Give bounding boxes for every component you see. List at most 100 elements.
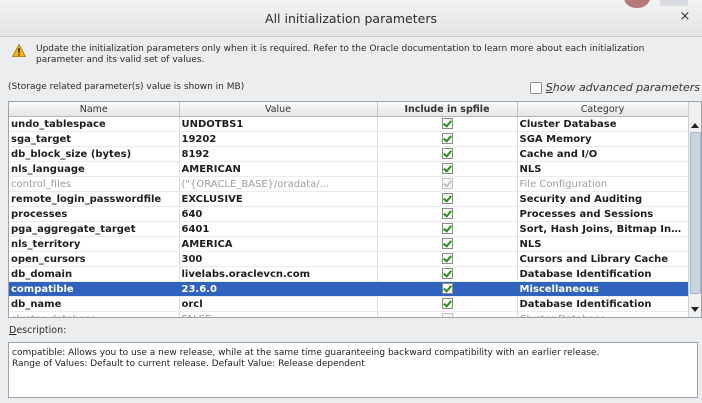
cell-value[interactable]: 23.6.0 <box>179 281 378 297</box>
cell-value[interactable]: UNDOTBS1 <box>179 116 378 132</box>
cell-name[interactable]: nls_territory <box>9 236 180 252</box>
cell-include-in-spfile[interactable] <box>377 236 518 252</box>
cell-category[interactable]: Cluster Database <box>517 116 689 132</box>
table-row[interactable]: nls_territory AMERICA NLS <box>9 236 689 252</box>
show-advanced-parameters-toggle[interactable]: Show advanced parameters <box>529 81 700 94</box>
cell-include-in-spfile[interactable] <box>377 146 518 162</box>
cell-name[interactable]: db_name <box>9 296 180 312</box>
scroll-up-icon[interactable] <box>691 123 699 128</box>
description-box[interactable]: compatible: Allows you to use a new rele… <box>8 342 698 398</box>
cell-category[interactable]: Miscellaneous <box>517 281 689 297</box>
cell-name[interactable]: open_cursors <box>9 251 180 267</box>
include-in-spfile-checkbox[interactable] <box>441 223 453 235</box>
parameters-table[interactable]: Name Value Include in spfile Category un… <box>8 101 702 318</box>
include-in-spfile-checkbox[interactable] <box>441 238 453 250</box>
cell-name[interactable]: processes <box>9 206 180 222</box>
cell-category[interactable]: SGA Memory <box>517 131 689 147</box>
include-in-spfile-checkbox[interactable] <box>441 133 453 145</box>
table-row[interactable]: db_block_size (bytes) 8192 Cache and I/O <box>9 146 689 162</box>
include-in-spfile-checkbox[interactable] <box>441 208 453 220</box>
cell-include-in-spfile[interactable] <box>377 176 518 192</box>
cell-value[interactable]: AMERICA <box>179 236 378 252</box>
include-in-spfile-checkbox[interactable] <box>441 283 453 295</box>
include-in-spfile-checkbox[interactable] <box>441 163 453 175</box>
cell-name[interactable]: undo_tablespace <box>9 116 180 132</box>
cell-category[interactable]: Cluster Database <box>517 311 689 317</box>
close-icon[interactable]: × <box>678 10 692 24</box>
table-row[interactable]: undo_tablespace UNDOTBS1 Cluster Database <box>9 116 689 132</box>
cell-name[interactable]: pga_aggregate_target <box>9 221 180 237</box>
cell-value[interactable]: 640 <box>179 206 378 222</box>
include-in-spfile-checkbox[interactable] <box>441 118 453 130</box>
column-header-category[interactable]: Category <box>517 102 689 117</box>
column-header-name[interactable]: Name <box>9 102 180 117</box>
cell-include-in-spfile[interactable] <box>377 131 518 147</box>
cell-category[interactable]: Cache and I/O <box>517 146 689 162</box>
column-header-include-in-spfile[interactable]: Include in spfile <box>377 102 518 117</box>
column-header-value[interactable]: Value <box>179 102 378 117</box>
include-in-spfile-checkbox[interactable] <box>441 148 453 160</box>
cell-category[interactable]: Sort, Hash Joins, Bitmap Indexes <box>517 221 689 237</box>
show-advanced-label[interactable]: Show advanced parameters <box>546 81 700 94</box>
cell-name[interactable]: control_files <box>9 176 180 192</box>
cell-include-in-spfile[interactable] <box>377 116 518 132</box>
include-in-spfile-checkbox[interactable] <box>441 178 453 190</box>
storage-note: (Storage related parameter(s) value is s… <box>8 82 245 92</box>
table-row[interactable]: processes 640 Processes and Sessions <box>9 206 689 222</box>
table-row[interactable]: db_name orcl Database Identification <box>9 296 689 312</box>
cell-include-in-spfile[interactable] <box>377 266 518 282</box>
cell-name[interactable]: nls_language <box>9 161 180 177</box>
cell-value[interactable]: 300 <box>179 251 378 267</box>
cell-name[interactable]: db_block_size (bytes) <box>9 146 180 162</box>
cell-include-in-spfile[interactable] <box>377 311 518 317</box>
cell-include-in-spfile[interactable] <box>377 281 518 297</box>
show-advanced-checkbox[interactable] <box>529 81 542 94</box>
cell-category[interactable]: NLS <box>517 236 689 252</box>
cell-category[interactable]: Processes and Sessions <box>517 206 689 222</box>
scroll-down-icon[interactable] <box>691 307 699 312</box>
table-row[interactable]: control_files ("{ORACLE_BASE}/oradata/...… <box>9 176 689 192</box>
cell-include-in-spfile[interactable] <box>377 206 518 222</box>
include-in-spfile-checkbox[interactable] <box>441 313 453 317</box>
cell-name[interactable]: db_domain <box>9 266 180 282</box>
cell-include-in-spfile[interactable] <box>377 296 518 312</box>
cell-value[interactable]: orcl <box>179 296 378 312</box>
cell-include-in-spfile[interactable] <box>377 161 518 177</box>
include-in-spfile-checkbox[interactable] <box>441 268 453 280</box>
table-row[interactable]: open_cursors 300 Cursors and Library Cache <box>9 251 689 267</box>
cell-name[interactable]: cluster_database <box>9 311 180 317</box>
cell-value[interactable]: AMERICAN <box>179 161 378 177</box>
table-row[interactable]: nls_language AMERICAN NLS <box>9 161 689 177</box>
cell-value[interactable]: FALSE <box>179 311 378 317</box>
cell-name[interactable]: compatible <box>9 281 180 297</box>
cell-category[interactable]: Cursors and Library Cache <box>517 251 689 267</box>
table-scrollbar[interactable] <box>688 102 701 317</box>
cell-category[interactable]: Database Identification <box>517 296 689 312</box>
cell-category[interactable]: NLS <box>517 161 689 177</box>
cell-name[interactable]: sga_target <box>9 131 180 147</box>
cell-category[interactable]: Database Identification <box>517 266 689 282</box>
cell-value[interactable]: livelabs.oraclevcn.com <box>179 266 378 282</box>
table-row[interactable]: compatible 23.6.0 Miscellaneous <box>9 281 689 297</box>
scroll-thumb[interactable] <box>690 132 701 294</box>
cell-include-in-spfile[interactable] <box>377 221 518 237</box>
table-row[interactable]: db_domain livelabs.oraclevcn.com Database … <box>9 266 689 282</box>
table-row[interactable]: cluster_databaseFALSE Cluster Database <box>9 311 689 317</box>
dialog-titlebar: All initialization parameters × <box>0 0 702 37</box>
cell-value[interactable]: EXCLUSIVE <box>179 191 378 207</box>
cell-value[interactable]: 19202 <box>179 131 378 147</box>
cell-category[interactable]: Security and Auditing <box>517 191 689 207</box>
cell-category[interactable]: File Configuration <box>517 176 689 192</box>
cell-value[interactable]: ("{ORACLE_BASE}/oradata/... <box>179 176 378 192</box>
include-in-spfile-checkbox[interactable] <box>441 193 453 205</box>
cell-name[interactable]: remote_login_passwordfile <box>9 191 180 207</box>
include-in-spfile-checkbox[interactable] <box>441 253 453 265</box>
table-row[interactable]: pga_aggregate_target 6401 Sort, Hash Joins… <box>9 221 689 237</box>
cell-include-in-spfile[interactable] <box>377 191 518 207</box>
include-in-spfile-checkbox[interactable] <box>441 298 453 310</box>
cell-include-in-spfile[interactable] <box>377 251 518 267</box>
table-row[interactable]: remote_login_passwordfile EXCLUSIVE Securi… <box>9 191 689 207</box>
table-row[interactable]: sga_target 19202 SGA Memory <box>9 131 689 147</box>
cell-value[interactable]: 8192 <box>179 146 378 162</box>
cell-value[interactable]: 6401 <box>179 221 378 237</box>
